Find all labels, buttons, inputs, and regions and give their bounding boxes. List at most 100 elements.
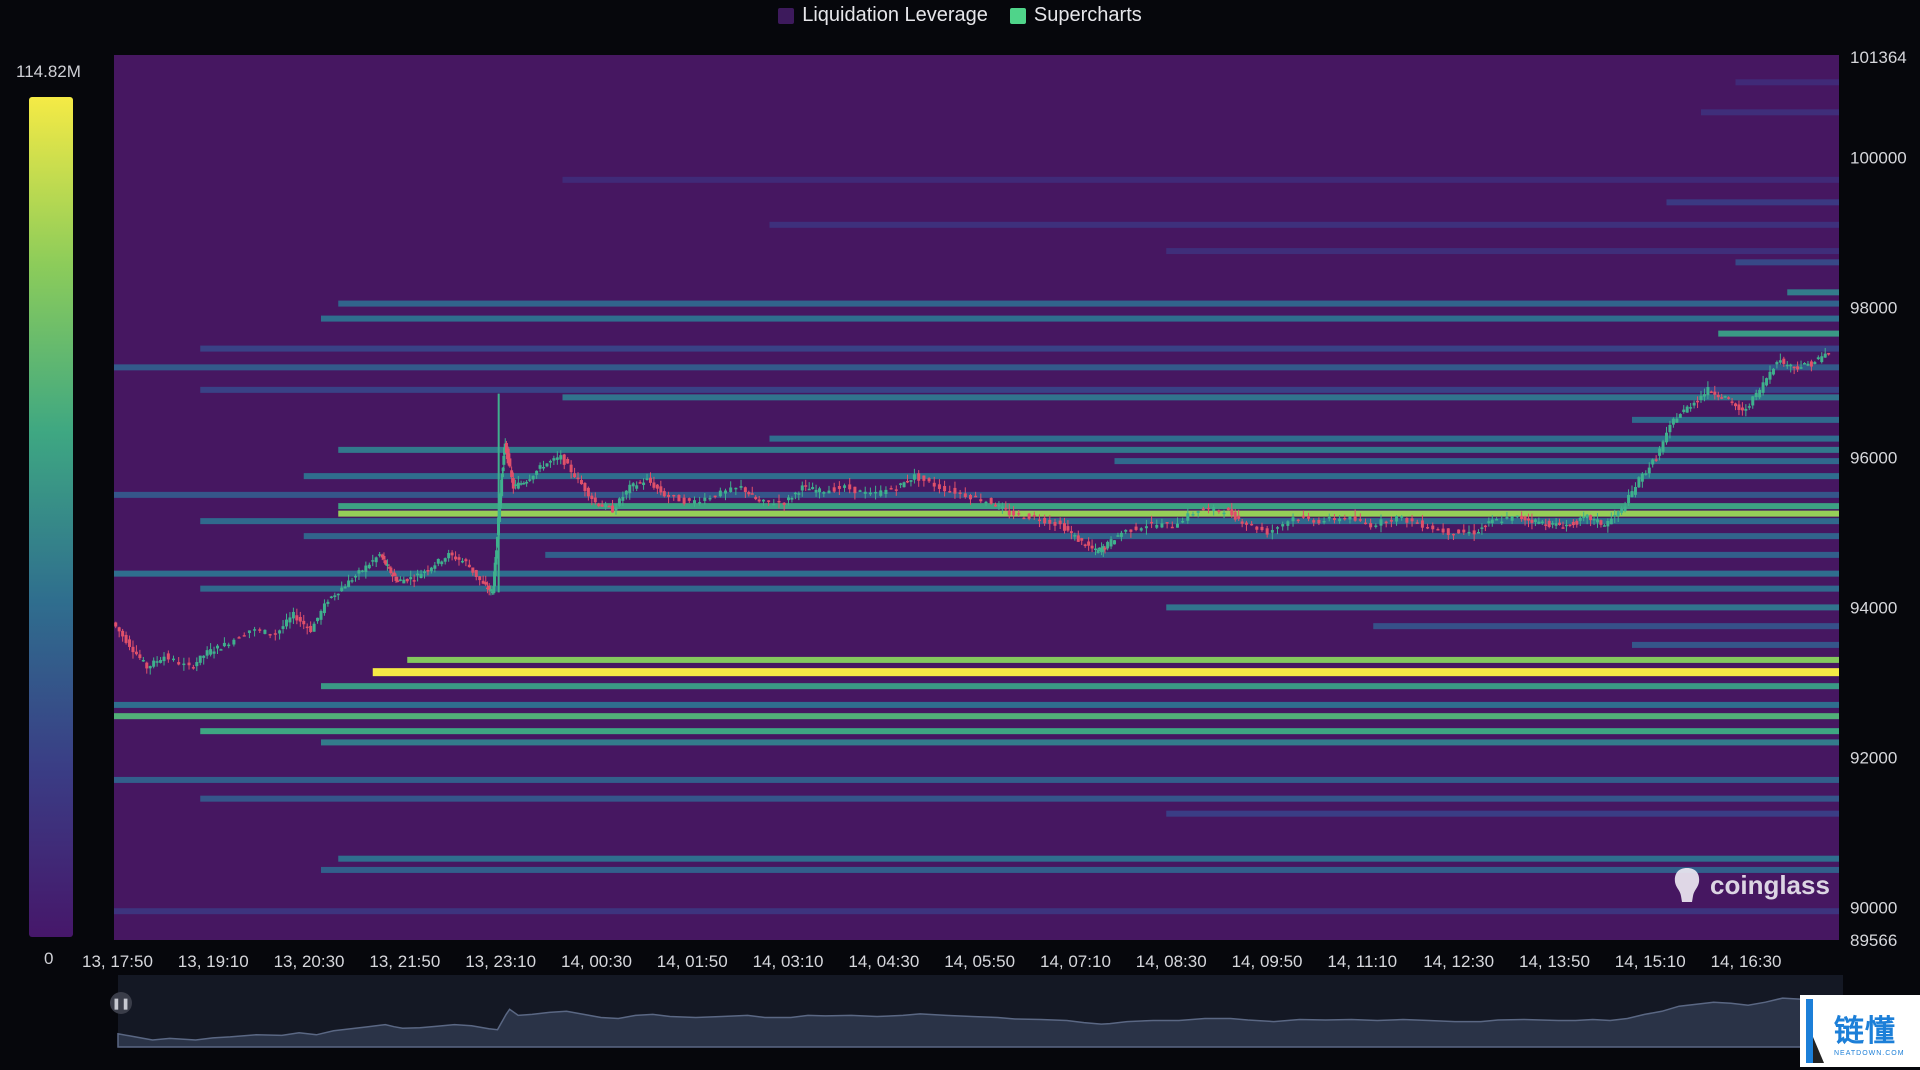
price-candle	[385, 564, 389, 566]
price-candle	[1606, 520, 1610, 527]
price-candle	[800, 485, 804, 491]
price-candle	[1317, 519, 1321, 524]
liquidation-band	[200, 795, 1839, 802]
price-candle	[128, 639, 132, 647]
price-candle	[1103, 547, 1107, 550]
price-candle	[1620, 508, 1624, 513]
price-candle	[268, 634, 272, 636]
x-tick-label: 14, 01:50	[657, 952, 728, 971]
price-candle	[205, 650, 209, 656]
liquidation-band	[338, 300, 1839, 307]
price-candle	[114, 622, 118, 627]
price-candle	[1644, 473, 1648, 475]
price-candle	[1436, 529, 1440, 531]
price-candle	[216, 645, 219, 649]
liquidation-heatmap-chart[interactable]: 101364 100000 98000 96000 94000 92000 90000 895…	[0, 0, 1920, 1067]
price-candle	[1527, 518, 1530, 521]
price-candle	[837, 485, 841, 489]
price-candle	[1196, 511, 1200, 513]
price-candle	[761, 499, 765, 502]
price-candle	[1087, 541, 1091, 546]
price-candle	[1613, 514, 1617, 517]
price-candle	[804, 485, 808, 487]
price-candle	[1322, 521, 1326, 523]
price-candle	[1032, 515, 1036, 517]
price-candle	[937, 484, 941, 489]
price-candle	[583, 482, 587, 491]
x-tick-label: 14, 11:10	[1327, 952, 1397, 971]
price-candle	[312, 623, 316, 632]
price-candle	[316, 617, 320, 622]
price-candle	[384, 560, 388, 565]
price-candle	[124, 634, 128, 643]
liquidation-band	[114, 701, 1839, 708]
price-candle	[1369, 523, 1373, 528]
price-candle	[1706, 387, 1710, 396]
price-candle	[1816, 357, 1820, 360]
price-candle	[1384, 521, 1388, 524]
liquidation-band	[1666, 199, 1839, 206]
price-candle	[1244, 522, 1248, 525]
price-candle	[1307, 516, 1311, 519]
price-candle	[247, 630, 251, 634]
x-axis: 13, 17:50 13, 19:10 13, 20:30 13, 21:50 13, …	[82, 952, 1782, 971]
price-candle	[1647, 467, 1651, 474]
price-candle	[1048, 519, 1052, 524]
price-candle	[1820, 356, 1824, 363]
price-candle	[531, 475, 535, 480]
x-tick-label: 14, 03:10	[753, 952, 824, 971]
price-candle	[1633, 486, 1637, 495]
price-candle	[1630, 491, 1634, 497]
x-tick-label: 13, 21:50	[369, 952, 440, 971]
price-candle	[1515, 515, 1519, 518]
price-candle	[440, 561, 444, 565]
price-candle	[782, 502, 786, 505]
price-candle	[1237, 515, 1241, 519]
price-candle	[1053, 521, 1057, 526]
price-candle	[1083, 544, 1087, 547]
coinglass-watermark: coinglass	[1672, 866, 1830, 904]
price-candle	[1495, 519, 1499, 521]
price-candle	[724, 490, 728, 494]
price-candle	[416, 573, 420, 576]
price-candle	[1446, 528, 1450, 536]
price-candle	[889, 488, 893, 490]
liquidation-band	[114, 776, 1839, 783]
price-candle	[1578, 517, 1582, 521]
price-candle	[1765, 378, 1769, 386]
price-candle	[777, 500, 781, 503]
price-candle	[682, 497, 686, 504]
price-candle	[1778, 360, 1782, 363]
price-candle	[219, 649, 223, 651]
price-candle	[343, 586, 347, 589]
price-candle	[423, 571, 426, 573]
price-candle	[906, 480, 909, 483]
price-candle	[1150, 521, 1154, 524]
price-candle	[1175, 523, 1179, 528]
price-candle	[1585, 514, 1589, 519]
price-candle	[319, 610, 323, 620]
x-tick-label: 14, 04:30	[848, 952, 919, 971]
price-candle	[258, 629, 262, 631]
price-candle	[1571, 521, 1575, 526]
price-candle	[1500, 521, 1504, 524]
price-candle	[1472, 530, 1476, 535]
price-candle	[1260, 526, 1264, 531]
price-candle	[1012, 510, 1016, 516]
price-candle	[1281, 524, 1285, 527]
price-candle	[162, 656, 166, 662]
price-candle	[1116, 535, 1120, 537]
price-candle	[500, 473, 504, 478]
price-candle	[1616, 511, 1620, 516]
badge-subtitle: NEATDOWN.COM	[1834, 1049, 1905, 1057]
price-candle	[552, 458, 556, 461]
price-candle	[522, 482, 526, 485]
liquidation-band	[321, 739, 1839, 746]
price-candle	[1395, 516, 1399, 522]
price-candle	[562, 454, 566, 465]
price-candle	[291, 611, 295, 619]
price-candle	[698, 502, 702, 504]
price-candle	[1217, 510, 1221, 512]
pause-button[interactable]: ❚❚	[110, 992, 132, 1014]
price-candle	[1568, 524, 1572, 526]
